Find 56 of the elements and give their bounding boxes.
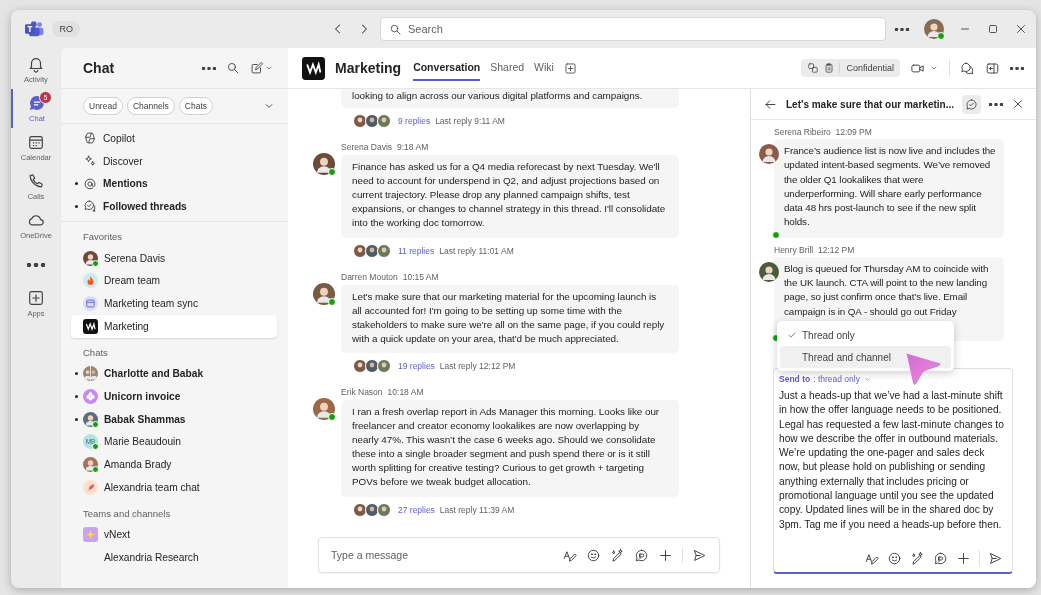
replies-link[interactable]: 19 replies (398, 360, 435, 371)
chat-item[interactable]: Marketing team sync (71, 292, 277, 315)
chat-item[interactable]: Dream team (71, 269, 277, 293)
chat-item[interactable]: Marketing (71, 314, 277, 338)
section-heading: Favorites (82, 229, 124, 244)
tab[interactable]: Shared (490, 55, 525, 81)
tab[interactable]: Wiki (534, 55, 554, 81)
channel-title: Marketing (335, 60, 402, 76)
nav-item[interactable]: Copilot (71, 127, 277, 150)
replies-link[interactable]: 9 replies (398, 116, 431, 127)
filter-chip[interactable]: Unread (83, 97, 123, 115)
author-name: Serena Davis (341, 142, 393, 153)
filter-chip[interactable]: Chats (178, 97, 214, 115)
panel-title: Chat (83, 60, 116, 76)
author-name: Henry Brill (774, 244, 814, 255)
tab[interactable]: Conversation (413, 55, 481, 81)
last-reply-time: Last reply 12:12 PM (439, 360, 516, 371)
send-to-selector[interactable]: Send to: thread only (779, 374, 872, 384)
thread-title: Let's make sure that our marketin... (786, 98, 954, 110)
chat-item[interactable]: Amanda Brady (71, 453, 277, 476)
menu-item[interactable]: Thread and channel (780, 346, 951, 368)
timestamp: 12:12 PM (817, 244, 855, 255)
filter-chip[interactable]: Channels (126, 97, 175, 115)
chat-item[interactable]: Serena Davis (71, 246, 277, 270)
timestamp: 10:18 AM (387, 386, 424, 397)
chat-item[interactable]: Alexandria Research (71, 546, 277, 569)
last-reply-time: Last reply 11:01 AM (439, 245, 514, 256)
message-bubble: looking to align across our various digital platforms and campaigns. (341, 89, 679, 109)
chat-item[interactable]: Alexandria team chat (71, 475, 277, 499)
timestamp: 12:09 PM (835, 127, 872, 137)
replies-link[interactable]: 11 replies (398, 245, 435, 256)
author-name: Darren Mouton (341, 271, 398, 282)
nav-item[interactable]: Discover (71, 149, 277, 173)
author-name: Serena Ribeiro (774, 127, 831, 137)
last-reply-time: Last reply 9:11 AM (435, 116, 505, 127)
chat-item[interactable]: Babak Shammas (71, 407, 277, 431)
message-bubble: Let's make sure that our marketing material for the upcoming launch is all accounted for! I'm going to be setting up some time with the stakeholders to make sure we're all on the same page, if you could reply with a quick update on your area, that'd be much appreciated. (341, 284, 679, 353)
timestamp: 9:18 AM (397, 142, 429, 153)
last-reply-time: Last reply 11:39 AM (439, 504, 515, 515)
nav-item[interactable]: Followed threads (71, 195, 277, 218)
message-bubble: Finance has asked us for a Q4 media reforecast by next Tuesday. We'll need to account for underspend in Q2, and adjust projections based on current trajectory. Please drop any planned campaign shifts, test expansions, or changes to channel strategy in this thread. I'll consolidate into the working doc tomorrow. (341, 155, 679, 238)
message-bubble: France’s audience list is now live and includes the updated intent-based segments. We’ve removed the older Q1 lookalikes that were underperforming. Will share early performance data 48 hrs post-launch to see if the new split holds. (774, 139, 1004, 238)
section-heading: Teams and channels (82, 506, 172, 521)
chat-item[interactable]: Charlotte and Babak (71, 362, 277, 386)
sensitivity-pill[interactable]: Confidential (801, 59, 900, 77)
search-field[interactable]: Search (379, 17, 886, 41)
replies-link[interactable]: 27 replies (398, 504, 435, 515)
author-name: Erik Nason (341, 386, 383, 397)
nav-item[interactable]: Mentions (71, 172, 277, 196)
reply-input[interactable]: Just a heads-up that we’ve had a last-minute shift in how the offer language needs to be positioned. Legal has requested a few last-minute changes to how we describe the offer in outbound materials. We’re updating the one-pager and sales deck now, but please hold on publishing or sending anything externally that includes pricing or promotional language until you see the updated copy. Updated lines will be in the shared doc by 3pm. Tag me if you need a heads-up before then. (779, 389, 1007, 550)
message-bubble: I ran a fresh overlap report in Ads Manager this morning. Looks like our freelancer and creator economy lookalikes are now overlapping by nearly 47%. This wasn’t the case 6 weeks ago. Should we consolidate these into a single broader segment and push spend there or is it still worth splitting for creative testing? Curious to get growth + targeting POVs before we tweak budget allocation. (341, 399, 679, 497)
timestamp: 10:15 AM (402, 271, 439, 282)
section-heading: Chats (82, 345, 109, 360)
chat-item[interactable]: vNext (71, 523, 277, 547)
account-badge[interactable]: RO (52, 21, 80, 37)
chat-item[interactable]: Unicorn invoice (71, 385, 277, 408)
